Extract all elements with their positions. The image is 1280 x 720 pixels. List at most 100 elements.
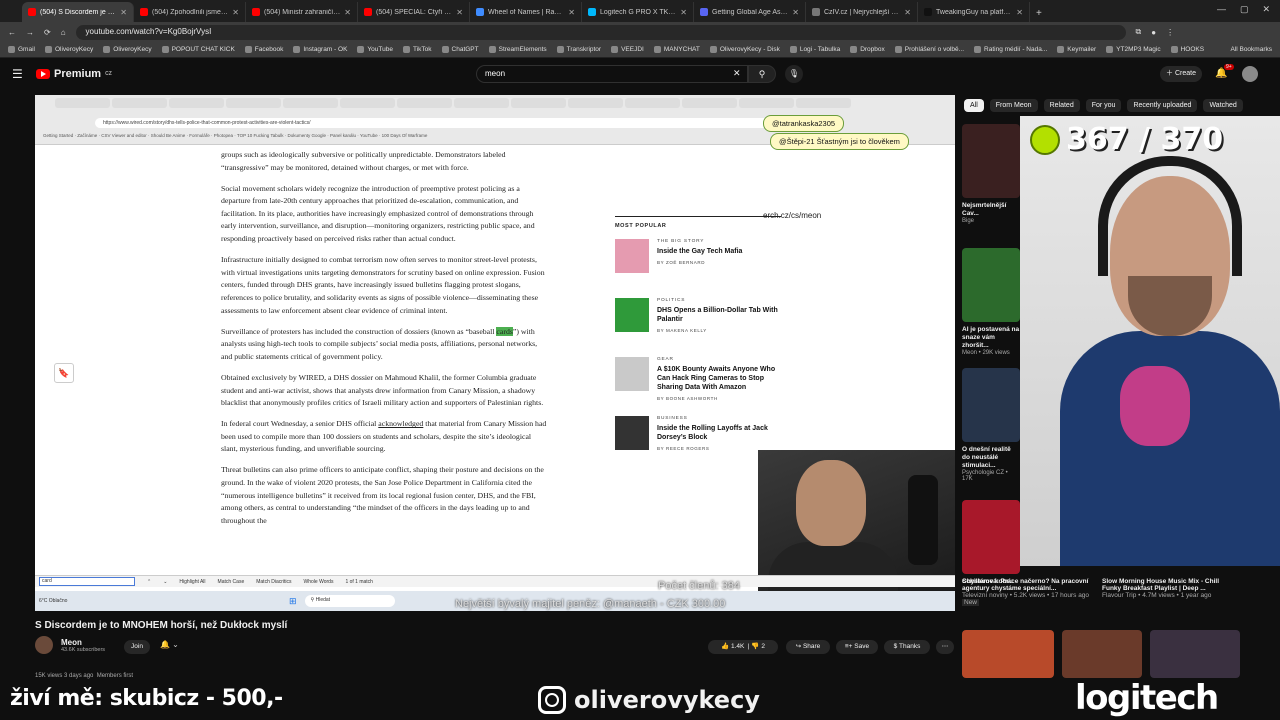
back-icon[interactable]: ← [8, 28, 16, 37]
voice-search-button[interactable]: 🎙 [785, 65, 803, 83]
rec-bottom-2[interactable]: Slow Morning House Music Mix - Chill Fun… [1102, 578, 1232, 599]
tab-close-icon[interactable]: ✕ [680, 8, 687, 17]
browser-tab[interactable]: Getting Global Age Assurance... ✕ [694, 2, 806, 22]
tab-close-icon[interactable]: ✕ [120, 8, 127, 17]
bookmark-item[interactable]: Logi - Tabulka [789, 46, 840, 53]
profile-icon[interactable]: ● [1151, 28, 1156, 37]
search-button[interactable]: ⚲ [748, 65, 776, 83]
recommended-video[interactable]: AI je postavená na snaze vám zhoršit... M… [962, 248, 1020, 356]
find-option[interactable]: Highlight All [179, 579, 205, 585]
bookmark-item[interactable]: VEEJDI [611, 46, 644, 53]
rec-thumbnail[interactable] [962, 630, 1054, 678]
most-popular-item[interactable]: POLITICS DHS Opens a Billion-Dollar Tab W… [615, 298, 781, 344]
tab-close-icon[interactable]: ✕ [232, 8, 239, 17]
bookmark-item[interactable]: Rating médií - Nada... [974, 46, 1047, 53]
bookmark-item[interactable]: POPOUT CHAT KICK [161, 46, 235, 53]
bookmark-item[interactable]: Transkriptor [556, 46, 601, 53]
most-popular-item[interactable]: THE BIG STORY Inside the Gay Tech Mafia BY… [615, 239, 781, 285]
filter-chip[interactable]: Watched [1203, 99, 1243, 112]
article-title[interactable]: Inside the Rolling Layoffs at Jack Dorse… [657, 424, 781, 442]
recommended-video[interactable]: Chystáme kobru [962, 500, 1020, 586]
most-popular-item[interactable]: BUSINESS Inside the Rolling Layoffs at Ja… [615, 416, 781, 462]
browser-tab[interactable]: (504) Zpohodlnili jsme a rodiči... ✕ [134, 2, 246, 22]
bookmark-item[interactable]: MANYCHAT [653, 46, 700, 53]
filter-chip[interactable]: For you [1085, 99, 1122, 112]
bookmark-item[interactable]: Gmail [8, 46, 35, 53]
hamburger-menu-icon[interactable]: ☰ [12, 67, 23, 81]
forward-icon[interactable]: → [26, 28, 34, 37]
save-button[interactable]: ≡+ Save [836, 640, 878, 654]
bookmark-item[interactable]: OliverovyKecy - Disk [709, 46, 780, 53]
browser-tab[interactable]: CzIV.cz | Nejrychlejší ScreenSh... ✕ [806, 2, 918, 22]
tab-close-icon[interactable]: ✕ [904, 8, 911, 17]
bookmark-item[interactable]: OliveroyKecy [103, 46, 152, 53]
filter-chip[interactable]: Related [1043, 99, 1080, 112]
rec-bottom-1[interactable]: Schillerová: Práce načerno? Na pracovní … [962, 578, 1092, 606]
search-input[interactable]: meon [476, 65, 748, 83]
recommended-video[interactable]: Nejsmrtelnější Cav... Bige [962, 124, 1020, 224]
bookmark-item[interactable]: Dropbox [850, 46, 885, 53]
minimize-icon[interactable]: — [1217, 4, 1226, 15]
bookmark-item[interactable]: YouTube [357, 46, 393, 53]
channel-avatar[interactable] [35, 636, 53, 654]
menu-icon[interactable]: ⋮ [1166, 28, 1174, 37]
join-button[interactable]: Join [124, 640, 150, 654]
account-avatar[interactable] [1242, 66, 1258, 82]
bookmark-item[interactable]: HOOKS [1170, 46, 1204, 53]
new-tab-icon[interactable]: + [1030, 8, 1048, 22]
most-popular-item[interactable]: GEAR A $10K Bounty Awaits Anyone Who Can … [615, 357, 781, 403]
browser-tab[interactable]: (504) Ministr zahraničí Petr Mac... ✕ [246, 2, 358, 22]
channel-name[interactable]: Meon [61, 638, 105, 647]
bookmark-item[interactable]: Prohlášení o volbě... [894, 46, 964, 53]
tab-close-icon[interactable]: ✕ [568, 8, 575, 17]
filter-chip[interactable]: Recently uploaded [1127, 99, 1198, 112]
clear-search-icon[interactable]: ✕ [733, 68, 741, 79]
article-title[interactable]: DHS Opens a Billion-Dollar Tab With Pala… [657, 306, 781, 324]
create-button[interactable]: ＋ Create [1160, 66, 1202, 82]
youtube-logo[interactable]: Premium CZ [36, 68, 112, 80]
video-player[interactable]: https://www.wired.com/story/dhs-tells-po… [35, 95, 955, 611]
like-dislike-button[interactable]: 👍 1.4K | 👎 2 [708, 640, 778, 654]
bookmark-item[interactable]: OliveroyKecy [44, 46, 93, 53]
browser-tab[interactable]: TweakingGuy na platformě X: „... ✕ [918, 2, 1030, 22]
browser-tab[interactable]: (504) S Discordem je to MNOHEM horší ✕ [22, 2, 134, 22]
bookmark-item[interactable]: Instagram - OK [293, 46, 347, 53]
find-option[interactable]: Whole Words [304, 579, 334, 585]
article-title[interactable]: A $10K Bounty Awaits Anyone Who Can Hack… [657, 365, 781, 392]
browser-tab[interactable]: (504) SPECIÁL: Čtyři roky války... ✕ [358, 2, 470, 22]
tab-close-icon[interactable]: ✕ [1016, 8, 1023, 17]
extensions-icon[interactable]: ⧉ [1136, 27, 1142, 37]
article-link[interactable]: acknowledged [378, 419, 423, 428]
recommended-video[interactable]: O dnešní realitě do neustálé stimulaci..… [962, 368, 1020, 482]
more-actions-button[interactable]: ⋯ [936, 640, 954, 654]
bookmark-item[interactable]: Facebook [244, 46, 283, 53]
browser-tab[interactable]: Wheel of Names | Random nam... ✕ [470, 2, 582, 22]
filter-chip[interactable]: All [964, 99, 984, 112]
tab-close-icon[interactable]: ✕ [344, 8, 351, 17]
close-icon[interactable]: ✕ [1262, 4, 1270, 15]
subscription-bell-icon[interactable]: 🔔 ⌄ [160, 640, 179, 649]
all-bookmarks[interactable]: All Bookmarks [1230, 46, 1272, 53]
bookmark-item[interactable]: Keymailer [1057, 46, 1096, 53]
find-prev-icon[interactable]: ⌃ [147, 579, 151, 585]
rec-thumbnail[interactable] [1150, 630, 1240, 678]
bookmark-item[interactable]: YT2MP3 Magic [1106, 46, 1161, 53]
tab-close-icon[interactable]: ✕ [792, 8, 799, 17]
browser-tab[interactable]: Logitech G PRO X TKL Rapid, b... ✕ [582, 2, 694, 22]
rec-thumbnail[interactable] [1062, 630, 1142, 678]
find-next-icon[interactable]: ⌄ [163, 579, 167, 585]
description-meta[interactable]: 15K views 3 days ago Members first [35, 673, 133, 679]
share-button[interactable]: ↪ Share [786, 640, 830, 654]
maximize-icon[interactable]: ▢ [1240, 4, 1249, 15]
article-title[interactable]: Inside the Gay Tech Mafia [657, 247, 742, 256]
find-option[interactable]: Match Case [218, 579, 245, 585]
thanks-button[interactable]: $ Thanks [884, 640, 930, 654]
tab-close-icon[interactable]: ✕ [456, 8, 463, 17]
url-bar[interactable]: youtube.com/watch?v=Kg0BojrVysI [75, 24, 1126, 40]
home-icon[interactable]: ⌂ [61, 28, 66, 37]
bookmark-item[interactable]: TikTok [402, 46, 432, 53]
bookmark-item[interactable]: StreamElements [488, 46, 547, 53]
bookmark-item[interactable]: ChatGPT [441, 46, 479, 53]
find-option[interactable]: Match Diacritics [256, 579, 291, 585]
bookmark-article-button[interactable]: 🔖 [54, 363, 74, 383]
